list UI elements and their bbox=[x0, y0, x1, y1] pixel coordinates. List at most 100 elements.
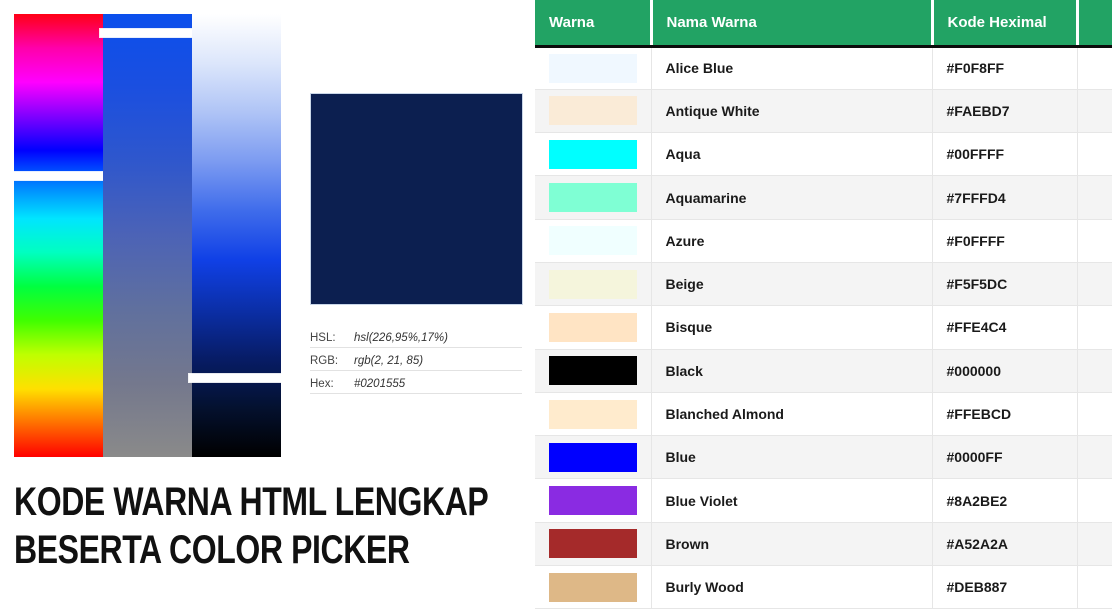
cell-color-swatch bbox=[535, 349, 652, 393]
cell-color-name: Black bbox=[651, 349, 933, 393]
cell-color-hex: #F5F5DC bbox=[932, 262, 1078, 307]
table-row[interactable]: Beige #F5F5DC bbox=[535, 262, 1112, 307]
hue-strip-marker[interactable] bbox=[11, 171, 106, 180]
color-swatch bbox=[549, 529, 637, 559]
cell-color-hex: #F0F8FF bbox=[932, 46, 1078, 90]
cell-color-swatch bbox=[535, 262, 652, 307]
cell-color-name: Aquamarine bbox=[651, 175, 933, 220]
table-row[interactable]: Alice Blue #F0F8FF bbox=[535, 46, 1112, 90]
cell-extra bbox=[1077, 132, 1112, 177]
hue-strip[interactable] bbox=[11, 14, 106, 457]
color-swatch bbox=[549, 53, 637, 83]
cell-extra bbox=[1077, 349, 1112, 393]
table-row[interactable]: Aqua #00FFFF bbox=[535, 132, 1112, 177]
color-swatch bbox=[549, 139, 637, 169]
cell-color-hex: #FFEBCD bbox=[932, 392, 1078, 437]
cell-color-name: Brown bbox=[651, 522, 933, 567]
cell-color-swatch bbox=[535, 565, 652, 610]
cell-extra bbox=[1077, 392, 1112, 437]
color-swatch bbox=[549, 269, 637, 299]
color-value-row-hex: Hex: #0201555 bbox=[310, 371, 522, 394]
table-row[interactable]: Brown #A52A2A bbox=[535, 522, 1112, 567]
column-header-warna[interactable]: Warna bbox=[535, 0, 653, 48]
cell-color-hex: #0000FF bbox=[932, 435, 1078, 480]
cell-extra bbox=[1077, 522, 1112, 567]
hex-value[interactable]: #0201555 bbox=[354, 375, 522, 393]
cell-color-hex: #A52A2A bbox=[932, 522, 1078, 567]
cell-extra bbox=[1077, 219, 1112, 263]
cell-extra bbox=[1077, 175, 1112, 220]
color-picker-panel: HSL: hsl(226,95%,17%) RGB: rgb(2, 21, 85… bbox=[0, 0, 530, 614]
cell-extra bbox=[1077, 565, 1112, 610]
cell-color-swatch bbox=[535, 132, 652, 177]
color-value-row-hsl: HSL: hsl(226,95%,17%) bbox=[310, 325, 522, 348]
table-row[interactable]: Antique White #FAEBD7 bbox=[535, 89, 1112, 134]
cell-color-hex: #7FFFD4 bbox=[932, 175, 1078, 220]
cell-color-hex: #FFE4C4 bbox=[932, 305, 1078, 350]
hex-label: Hex: bbox=[310, 378, 334, 390]
cell-color-swatch bbox=[535, 522, 652, 567]
table-row[interactable]: Burly Wood #DEB887 bbox=[535, 565, 1112, 610]
cell-color-name: Aqua bbox=[651, 132, 933, 177]
color-swatch bbox=[549, 356, 637, 386]
cell-extra bbox=[1077, 435, 1112, 480]
table-row[interactable]: Azure #F0FFFF bbox=[535, 219, 1112, 263]
lightness-strip-marker[interactable] bbox=[189, 374, 284, 383]
cell-color-swatch bbox=[535, 392, 652, 437]
cell-extra bbox=[1077, 89, 1112, 134]
lightness-strip[interactable] bbox=[189, 14, 284, 457]
color-swatch bbox=[549, 96, 637, 126]
cell-extra bbox=[1077, 262, 1112, 307]
cell-color-swatch bbox=[535, 46, 652, 90]
color-swatch bbox=[549, 486, 637, 516]
cell-color-swatch bbox=[535, 305, 652, 350]
color-values-list: HSL: hsl(226,95%,17%) RGB: rgb(2, 21, 85… bbox=[310, 325, 522, 394]
cell-color-hex: #DEB887 bbox=[932, 565, 1078, 610]
table-header-row: Warna Nama Warna Kode Heximal bbox=[535, 0, 1112, 48]
saturation-strip[interactable] bbox=[100, 14, 195, 457]
rgb-label: RGB: bbox=[310, 355, 339, 367]
color-preview-swatch bbox=[310, 93, 523, 305]
cell-extra bbox=[1077, 305, 1112, 350]
cell-color-name: Burly Wood bbox=[651, 565, 933, 610]
color-table-head: Warna Nama Warna Kode Heximal bbox=[535, 0, 1112, 48]
column-header-nama-warna[interactable]: Nama Warna bbox=[651, 0, 934, 48]
cell-color-name: Antique White bbox=[651, 89, 933, 134]
table-row[interactable]: Blanched Almond #FFEBCD bbox=[535, 392, 1112, 437]
cell-color-hex: #F0FFFF bbox=[932, 219, 1078, 263]
table-row[interactable]: Bisque #FFE4C4 bbox=[535, 305, 1112, 350]
color-table-body: Alice Blue #F0F8FF Antique White #FAEBD7 A… bbox=[535, 46, 1112, 610]
cell-color-swatch bbox=[535, 435, 652, 480]
color-table-panel: Warna Nama Warna Kode Heximal Alice Blue… bbox=[535, 0, 1112, 614]
column-header-kode-heximal[interactable]: Kode Heximal bbox=[932, 0, 1079, 48]
column-header-extra[interactable] bbox=[1077, 0, 1112, 48]
table-row[interactable]: Black #000000 bbox=[535, 349, 1112, 393]
hsl-label: HSL: bbox=[310, 332, 336, 344]
color-swatch bbox=[549, 226, 637, 256]
page-title-line-2: BESERTA COLOR PICKER bbox=[14, 528, 410, 572]
cell-color-name: Blanched Almond bbox=[651, 392, 933, 437]
color-swatch bbox=[549, 399, 637, 429]
cell-color-name: Alice Blue bbox=[651, 46, 933, 90]
saturation-strip-marker[interactable] bbox=[100, 29, 195, 38]
table-row[interactable]: Blue Violet #8A2BE2 bbox=[535, 478, 1112, 523]
rgb-value[interactable]: rgb(2, 21, 85) bbox=[354, 352, 522, 370]
cell-color-name: Blue bbox=[651, 435, 933, 480]
table-row[interactable]: Aquamarine #7FFFD4 bbox=[535, 175, 1112, 220]
color-swatch bbox=[549, 442, 637, 472]
color-swatch bbox=[549, 312, 637, 342]
cell-color-name: Bisque bbox=[651, 305, 933, 350]
hsl-value[interactable]: hsl(226,95%,17%) bbox=[354, 329, 522, 347]
page-title: KODE WARNA HTML LENGKAP BESERTA COLOR PI… bbox=[14, 478, 489, 574]
cell-color-hex: #FAEBD7 bbox=[932, 89, 1078, 134]
table-row[interactable]: Blue #0000FF bbox=[535, 435, 1112, 480]
color-table: Warna Nama Warna Kode Heximal Alice Blue… bbox=[535, 0, 1112, 610]
cell-color-name: Azure bbox=[651, 219, 933, 263]
cell-color-swatch bbox=[535, 89, 652, 134]
cell-color-name: Blue Violet bbox=[651, 478, 933, 523]
page-root: HSL: hsl(226,95%,17%) RGB: rgb(2, 21, 85… bbox=[0, 0, 1112, 614]
cell-color-hex: #8A2BE2 bbox=[932, 478, 1078, 523]
cell-extra bbox=[1077, 46, 1112, 90]
cell-color-swatch bbox=[535, 175, 652, 220]
cell-color-swatch bbox=[535, 219, 652, 263]
